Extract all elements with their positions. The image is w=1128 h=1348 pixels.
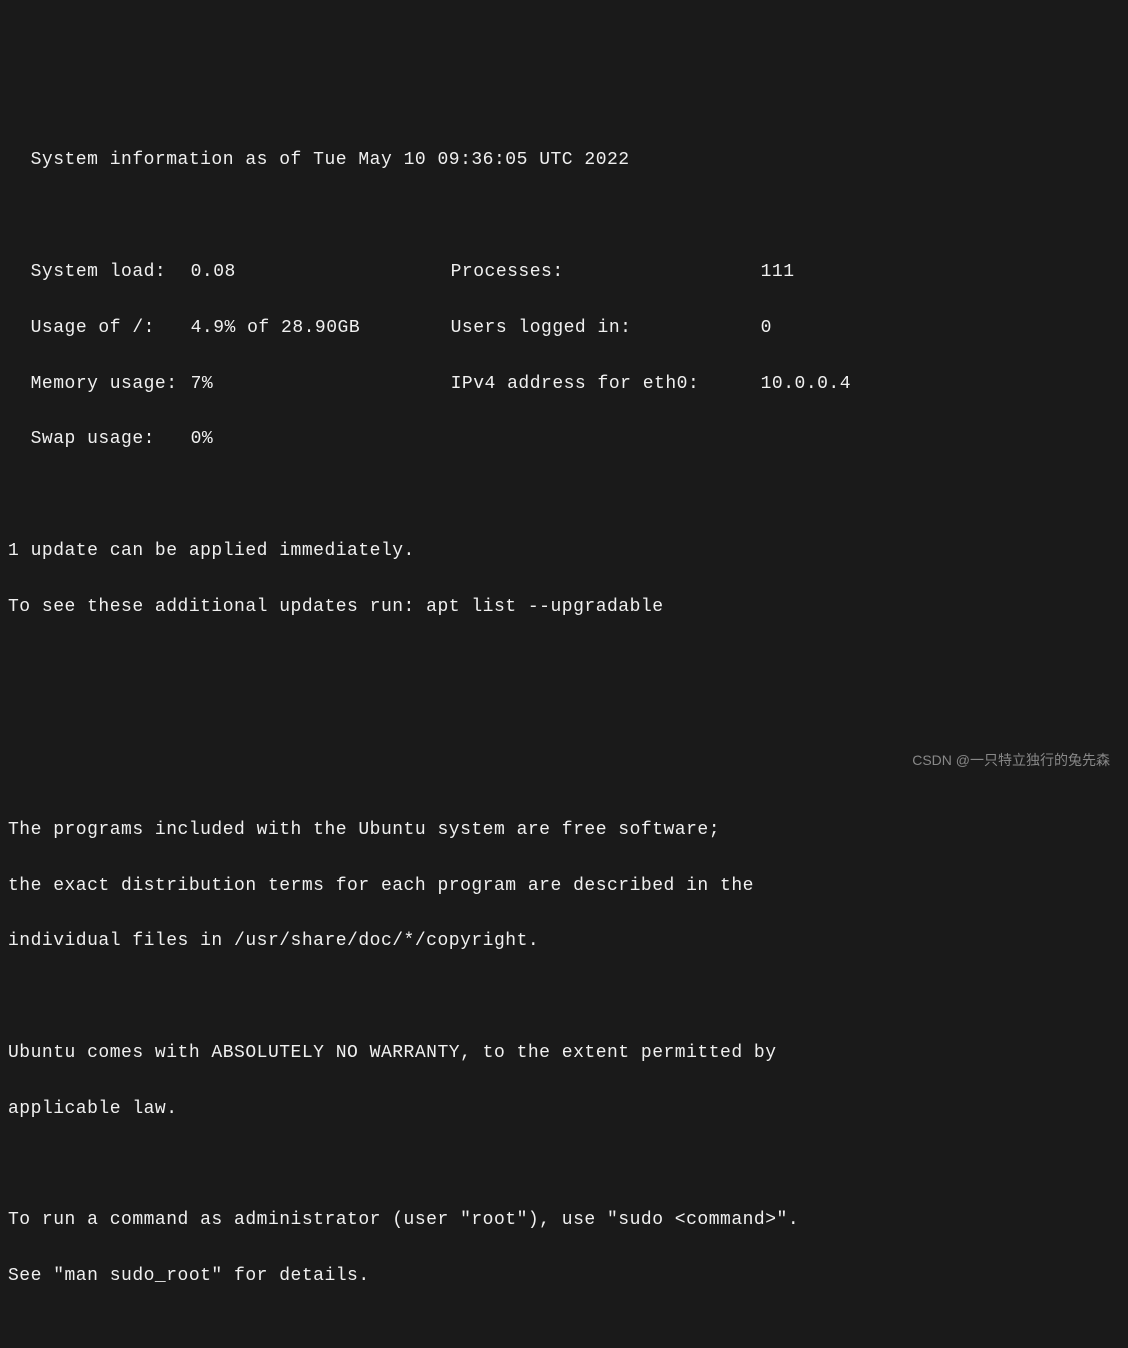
users-value: 0 bbox=[761, 315, 772, 343]
blank-line bbox=[8, 1319, 1120, 1347]
indent bbox=[8, 259, 31, 287]
stats-row-2: Usage of /:4.9% of 28.90GBUsers logged i… bbox=[8, 315, 1120, 343]
legal-line-5: applicable law. bbox=[8, 1096, 1120, 1124]
updates-line-1: 1 update can be applied immediately. bbox=[8, 538, 1120, 566]
stats-row-4: Swap usage:0% bbox=[8, 426, 1120, 454]
memory-label: Memory usage: bbox=[31, 371, 191, 399]
indent bbox=[8, 426, 31, 454]
blank-line bbox=[8, 705, 1120, 733]
users-label: Users logged in: bbox=[451, 315, 761, 343]
system-load-label: System load: bbox=[31, 259, 191, 287]
sysinfo-header-prefix: System information as of bbox=[8, 150, 313, 170]
legal-line-4: Ubuntu comes with ABSOLUTELY NO WARRANTY… bbox=[8, 1040, 1120, 1068]
stats-row-1: System load:0.08Processes:111 bbox=[8, 259, 1120, 287]
legal-line-2: the exact distribution terms for each pr… bbox=[8, 873, 1120, 901]
sysinfo-datetime: Tue May 10 09:36:05 UTC 2022 bbox=[313, 150, 629, 170]
blank-line bbox=[8, 203, 1120, 231]
legal-line-7: See "man sudo_root" for details. bbox=[8, 1263, 1120, 1291]
updates-line-2: To see these additional updates run: apt… bbox=[8, 594, 1120, 622]
swap-value: 0% bbox=[191, 426, 214, 454]
indent bbox=[8, 371, 31, 399]
ipv4-value: 10.0.0.4 bbox=[761, 371, 851, 399]
usage-label: Usage of /: bbox=[31, 315, 191, 343]
legal-line-3: individual files in /usr/share/doc/*/cop… bbox=[8, 928, 1120, 956]
legal-line-1: The programs included with the Ubuntu sy… bbox=[8, 817, 1120, 845]
swap-label: Swap usage: bbox=[31, 426, 191, 454]
blank-line bbox=[8, 649, 1120, 677]
watermark-text: CSDN @一只特立独行的兔先森 bbox=[912, 750, 1110, 772]
blank-line bbox=[8, 1152, 1120, 1180]
system-load-value: 0.08 bbox=[191, 259, 451, 287]
processes-value: 111 bbox=[761, 259, 795, 287]
terminal-window[interactable]: System information as of Tue May 10 09:3… bbox=[8, 120, 1120, 778]
processes-label: Processes: bbox=[451, 259, 761, 287]
ipv4-label: IPv4 address for eth0: bbox=[451, 371, 761, 399]
blank-line bbox=[8, 482, 1120, 510]
sysinfo-header: System information as of Tue May 10 09:3… bbox=[8, 147, 1120, 175]
legal-line-6: To run a command as administrator (user … bbox=[8, 1207, 1120, 1235]
blank-line bbox=[8, 984, 1120, 1012]
memory-value: 7% bbox=[191, 371, 451, 399]
stats-row-3: Memory usage:7%IPv4 address for eth0:10.… bbox=[8, 371, 1120, 399]
usage-value: 4.9% of 28.90GB bbox=[191, 315, 451, 343]
indent bbox=[8, 315, 31, 343]
